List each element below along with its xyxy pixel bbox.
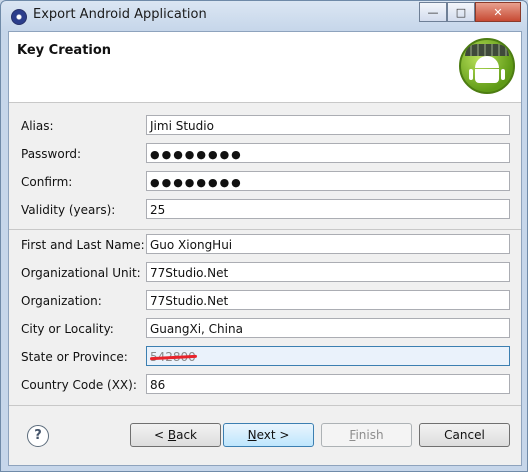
country-label: Country Code (XX): — [21, 378, 137, 392]
dialog-client: Key Creation Alias: Jimi Studio Password… — [8, 31, 522, 466]
minimize-button[interactable]: — — [419, 2, 447, 22]
name-field[interactable]: Guo XiongHui — [146, 234, 510, 254]
help-icon[interactable]: ? — [27, 425, 49, 447]
finish-button[interactable]: Finish — [321, 423, 412, 447]
name-row: First and Last Name: Guo XiongHui — [9, 234, 521, 256]
page-title: Key Creation — [17, 43, 112, 58]
eclipse-icon — [11, 9, 27, 25]
validity-field[interactable]: 25 — [146, 199, 510, 219]
title-bar[interactable]: Export Android Application — □ ✕ — [1, 1, 527, 31]
organization-row: Organization: 77Studio.Net — [9, 290, 521, 312]
organization-field[interactable]: 77Studio.Net — [146, 290, 510, 310]
android-logo-icon — [459, 38, 515, 94]
back-button[interactable]: < Back — [130, 423, 221, 447]
finish-rest: inish — [355, 428, 384, 442]
country-field[interactable]: 86 — [146, 374, 510, 394]
back-mnemonic: B — [167, 428, 177, 442]
state-label: State or Province: — [21, 350, 128, 364]
wizard-header: Key Creation — [9, 32, 521, 103]
next-button[interactable]: Next > — [223, 423, 314, 447]
maximize-button[interactable]: □ — [447, 2, 475, 22]
city-row: City or Locality: GuangXi, China — [9, 318, 521, 340]
cancel-button[interactable]: Cancel — [419, 423, 510, 447]
name-label: First and Last Name: — [21, 238, 145, 252]
password-value: ●●●●●●●● — [150, 148, 243, 161]
country-row: Country Code (XX): 86 — [9, 374, 521, 396]
validity-row: Validity (years): 25 — [9, 199, 521, 221]
alias-field[interactable]: Jimi Studio — [146, 115, 510, 135]
city-field[interactable]: GuangXi, China — [146, 318, 510, 338]
org-unit-field[interactable]: 77Studio.Net — [146, 262, 510, 282]
password-row: Password: ●●●●●●●● — [9, 143, 521, 165]
password-label: Password: — [21, 147, 82, 161]
back-rest: ack — [176, 428, 197, 442]
back-prefix: < — [153, 428, 168, 442]
organization-label: Organization: — [21, 294, 102, 308]
close-button[interactable]: ✕ — [475, 2, 521, 22]
confirm-label: Confirm: — [21, 175, 73, 189]
password-field[interactable]: ●●●●●●●● — [146, 143, 510, 163]
section-divider — [9, 229, 521, 230]
window-title: Export Android Application — [33, 7, 207, 22]
org-unit-row: Organizational Unit: 77Studio.Net — [9, 262, 521, 284]
validity-label: Validity (years): — [21, 203, 116, 217]
alias-label: Alias: — [21, 119, 54, 133]
confirm-value: ●●●●●●●● — [150, 176, 243, 189]
confirm-row: Confirm: ●●●●●●●● — [9, 171, 521, 193]
next-mnemonic: N — [247, 428, 257, 442]
org-unit-label: Organizational Unit: — [21, 266, 141, 280]
confirm-field[interactable]: ●●●●●●●● — [146, 171, 510, 191]
state-row: State or Province: 542800 — [9, 346, 521, 368]
export-dialog-window: Export Android Application — □ ✕ Key Cre… — [0, 0, 528, 472]
city-label: City or Locality: — [21, 322, 114, 336]
alias-row: Alias: Jimi Studio — [9, 115, 521, 137]
footer-divider — [9, 405, 521, 406]
state-field[interactable]: 542800 — [146, 346, 510, 366]
next-rest: ext > — [256, 428, 290, 442]
